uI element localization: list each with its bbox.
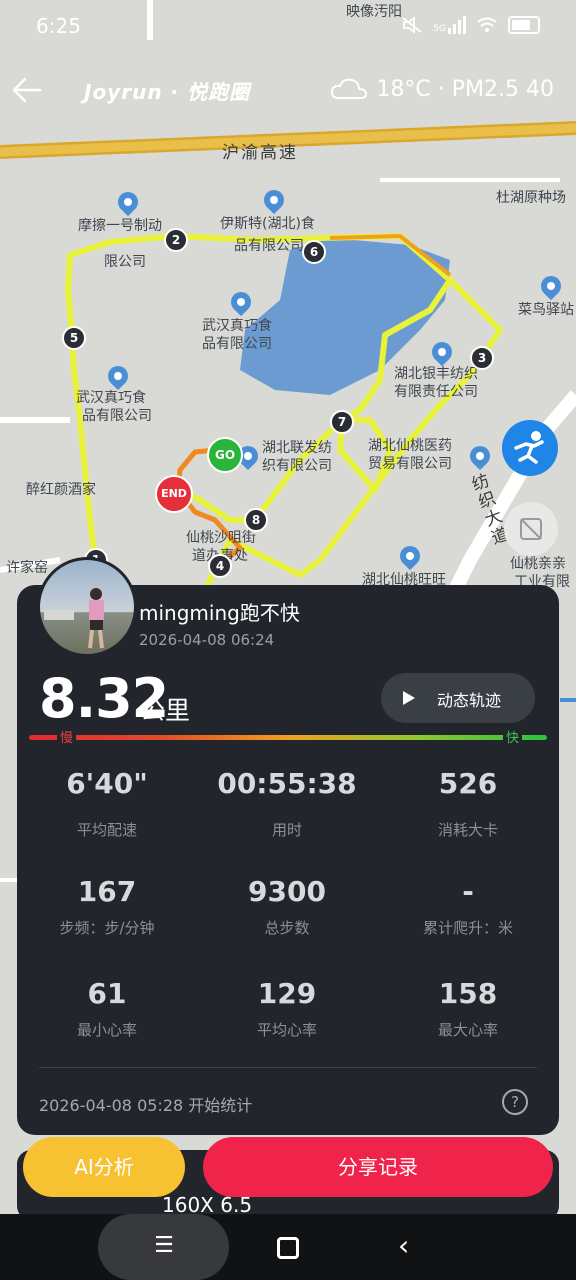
replay-track-button[interactable]: 动态轨迹 bbox=[381, 673, 535, 723]
map-poi: 杜湖原种场 bbox=[496, 190, 566, 206]
back-button[interactable] bbox=[10, 72, 46, 108]
wifi-icon bbox=[477, 17, 497, 32]
map-poi: 贸易有限公司 bbox=[368, 456, 452, 472]
stat-avg-hr: 129 bbox=[257, 977, 317, 1010]
stat-duration: 00:55:38 bbox=[217, 767, 357, 800]
road-label: 沪渝高速 bbox=[222, 143, 298, 163]
stat-label: 最大心率 bbox=[437, 1021, 498, 1039]
play-icon bbox=[403, 691, 415, 705]
help-icon[interactable]: ? bbox=[502, 1089, 528, 1115]
map-poi: 伊斯特(湖北)食 bbox=[220, 216, 315, 232]
pace-slow-label: 慢 bbox=[57, 727, 77, 746]
runner-icon bbox=[514, 431, 544, 464]
pace-fast-label: 快 bbox=[503, 727, 523, 746]
weather-text: 18°C · PM2.5 40 bbox=[376, 76, 554, 102]
map-poi: 限公司 bbox=[104, 254, 146, 270]
clock: 6:25 bbox=[36, 14, 81, 38]
km-marker: 4 bbox=[208, 554, 232, 578]
map-poi: 许家窑 bbox=[6, 560, 48, 576]
stat-cadence: 167 bbox=[77, 875, 137, 908]
stat-elevation: - bbox=[462, 875, 474, 908]
stat-calories: 526 bbox=[438, 767, 498, 800]
avatar[interactable] bbox=[37, 557, 137, 657]
stat-max-hr: 158 bbox=[438, 977, 498, 1010]
map-poi: 湖北仙桃医药 bbox=[368, 438, 452, 454]
layer-toggle-button[interactable] bbox=[504, 502, 558, 556]
stats-start-time: 2026-04-08 05:28 开始统计 bbox=[39, 1096, 253, 1115]
status-bar: 6:25 5G bbox=[0, 0, 576, 56]
share-record-button[interactable]: 分享记录 bbox=[203, 1137, 553, 1197]
home-icon[interactable] bbox=[277, 1237, 299, 1259]
map-poi: 武汉真巧食 bbox=[202, 318, 272, 334]
brand-logo: Joyrun · 悦跑圈 bbox=[84, 80, 251, 104]
top-bar: Joyrun · 悦跑圈 18°C · PM2.5 40 bbox=[0, 60, 576, 120]
km-marker: 3 bbox=[470, 346, 494, 370]
map-poi: 湖北联发纺 bbox=[262, 440, 332, 456]
menu-icon[interactable]: ☰ bbox=[151, 1234, 177, 1258]
ai-analysis-button[interactable]: AI分析 bbox=[23, 1137, 185, 1197]
system-nav-bar: ☰ ‹ bbox=[0, 1214, 576, 1280]
stat-label: 累计爬升：米 bbox=[422, 919, 513, 937]
stat-total-steps: 9300 bbox=[248, 875, 326, 908]
avatar-photo bbox=[44, 588, 104, 649]
map-poi: 武汉真巧食 bbox=[76, 390, 146, 406]
signal-icon: 5G bbox=[433, 16, 466, 34]
stat-min-hr: 61 bbox=[87, 977, 127, 1010]
stat-label: 步频：步/分钟 bbox=[59, 919, 155, 937]
map-poi: 织有限公司 bbox=[262, 458, 332, 474]
km-marker: 2 bbox=[164, 228, 188, 252]
arrow-left-icon bbox=[12, 77, 42, 103]
run-mode-button[interactable] bbox=[502, 420, 558, 476]
map-poi: 品有限公司 bbox=[202, 336, 272, 352]
stat-label: 平均配速 bbox=[76, 821, 137, 839]
start-marker: GO bbox=[207, 437, 243, 473]
run-summary-card: mingming跑不快 2026-04-08 06:24 8.32 公里 动态轨… bbox=[17, 557, 559, 1135]
map-poi: 有限责任公司 bbox=[394, 384, 478, 400]
map-layer-icon bbox=[520, 518, 542, 540]
stat-label: 用时 bbox=[271, 821, 302, 839]
map-poi: 摩擦一号制动 bbox=[78, 218, 162, 234]
nav-back-icon[interactable]: ‹ bbox=[398, 1232, 422, 1260]
map-poi: 仙桃亲亲 bbox=[510, 556, 566, 572]
battery-icon bbox=[508, 16, 540, 34]
weather-info: 18°C · PM2.5 40 bbox=[330, 76, 554, 102]
stat-label: 最小心率 bbox=[76, 1021, 137, 1039]
stat-label: 消耗大卡 bbox=[437, 821, 498, 839]
distance-unit: 公里 bbox=[140, 696, 191, 725]
network-type: 5G bbox=[433, 24, 446, 34]
divider bbox=[39, 1067, 537, 1068]
km-marker: 8 bbox=[244, 508, 268, 532]
replay-label: 动态轨迹 bbox=[437, 691, 502, 710]
username: mingming跑不快 bbox=[139, 601, 300, 625]
map-poi: 品有限公司 bbox=[234, 238, 304, 254]
status-icons: 5G bbox=[401, 16, 540, 34]
stat-label: 总步数 bbox=[264, 919, 310, 937]
map-poi: 仙桃沙咀街 bbox=[186, 530, 256, 546]
map-poi: 湖北银丰纺织 bbox=[394, 366, 478, 382]
mute-icon bbox=[402, 16, 422, 34]
map-poi: 菜鸟驿站 bbox=[518, 302, 574, 318]
km-marker: 6 bbox=[302, 240, 326, 264]
map-poi: 品有限公司 bbox=[82, 408, 152, 424]
km-marker: 5 bbox=[62, 326, 86, 350]
pace-gradient-bar bbox=[29, 735, 547, 740]
map-poi: 醉红颜酒家 bbox=[26, 482, 96, 498]
cloud-icon bbox=[331, 78, 368, 99]
km-marker: 7 bbox=[330, 410, 354, 434]
run-datetime: 2026-04-08 06:24 bbox=[139, 631, 275, 649]
end-marker: END bbox=[155, 475, 193, 513]
stat-avg-pace: 6'40" bbox=[66, 767, 148, 800]
stat-label: 平均心率 bbox=[256, 1021, 317, 1039]
